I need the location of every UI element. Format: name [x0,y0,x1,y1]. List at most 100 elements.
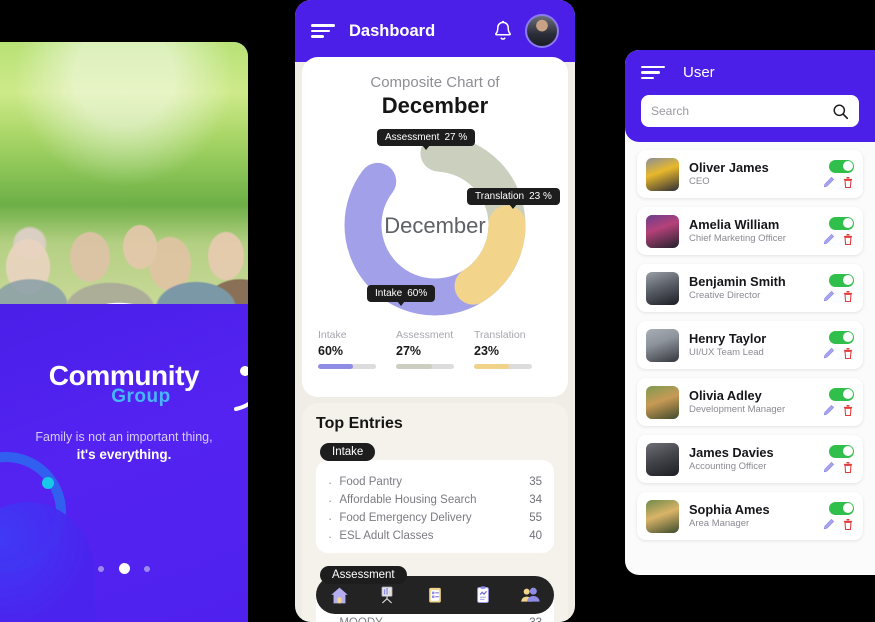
status-toggle[interactable] [829,444,854,458]
avatar [646,328,679,362]
user-name: Henry Taylor [689,330,767,346]
composite-chart-card: Composite Chart of December December Ass [302,57,568,397]
page-title: Dashboard [349,21,436,40]
user-name: Oliver James [689,159,769,175]
pencil-icon[interactable] [823,290,835,302]
bullet-icon: · [328,510,333,526]
group-chip-assessment: Assessment [320,566,407,584]
carousel-dot-2-active[interactable] [118,563,130,575]
user-list: Oliver James CEO Amelia William Chief Ma… [625,142,875,540]
home-icon[interactable] [329,584,351,606]
legend-label: Intake [318,329,347,341]
hamburger-icon[interactable] [641,65,665,80]
user-name: James Davies [689,444,774,460]
status-toggle[interactable] [829,387,854,401]
status-toggle[interactable] [829,330,854,344]
pencil-icon[interactable] [823,404,835,416]
user-role: Accounting Officer [689,461,767,473]
clipboard-report-icon[interactable] [472,584,494,606]
legend-item-intake: Intake 60% [318,329,396,369]
search-bar[interactable] [641,95,859,127]
legend-label: Assessment [396,329,454,341]
dashboard-header: Dashboard [295,0,575,62]
carousel-dot-1[interactable] [98,565,105,572]
bullet-icon: · [328,528,333,544]
easel-chart-icon[interactable] [376,584,398,606]
list-item[interactable]: Olivia Adley Development Manager [637,378,863,426]
entry-value: 40 [529,530,542,542]
user-role: CEO [689,176,710,188]
list-item[interactable]: · ESL Adult Classes 40 [328,527,542,545]
search-icon[interactable] [832,103,849,120]
legend-value: 23% [474,344,500,358]
avatar[interactable] [525,14,559,48]
trash-icon[interactable] [842,233,854,246]
carousel-dot-3[interactable] [143,565,150,572]
legend-progress [474,364,532,369]
status-toggle[interactable] [829,216,854,230]
list-item[interactable]: Amelia William Chief Marketing Officer [637,207,863,255]
top-entries-heading: Top Entries [316,415,403,432]
pencil-icon[interactable] [823,347,835,359]
trash-icon[interactable] [842,347,854,360]
people-icon[interactable] [519,584,541,606]
tooltip-translation: Translation 23 % [467,188,560,209]
screenshot-stage: Community Group Family is not an importa… [0,0,875,622]
list-item[interactable]: · Food Pantry 35 [328,473,542,491]
legend-label: Translation [474,329,526,341]
trash-icon[interactable] [842,404,854,417]
trash-icon[interactable] [842,176,854,189]
user-name: Benjamin Smith [689,273,786,289]
list-item[interactable]: · Affordable Housing Search 34 [328,491,542,509]
entry-label: Food Pantry [339,476,402,488]
user-role: Chief Marketing Officer [689,233,786,245]
legend-progress [396,364,454,369]
user-role: Development Manager [689,404,786,416]
trash-icon[interactable] [842,290,854,303]
entry-label: ESL Adult Classes [339,530,434,542]
chart-title: December [381,93,489,118]
clipboard-list-icon[interactable] [424,584,446,606]
dashboard-panel: Dashboard Composite Chart of December De… [295,0,575,622]
list-item[interactable]: Benjamin Smith Creative Director [637,264,863,312]
carousel-dots[interactable] [0,560,248,578]
swoosh-icon [234,366,248,411]
pencil-icon[interactable] [823,518,835,530]
user-panel-title: User [683,64,715,81]
list-item[interactable]: Oliver James CEO [637,150,863,198]
entries-group-intake: · Food Pantry 35 · Affordable Housing Se… [316,460,554,553]
bullet-icon: · [328,617,332,622]
bullet-icon: · [328,474,333,490]
pencil-icon[interactable] [823,461,835,473]
tagline-line-2: it's everything. [76,447,172,462]
status-toggle[interactable] [829,501,854,515]
search-input[interactable] [651,104,832,118]
avatar [646,271,679,305]
brand-logo: Community Group [0,360,248,411]
list-item[interactable]: Sophia Ames Area Manager [637,492,863,540]
status-toggle[interactable] [829,273,854,287]
pencil-icon[interactable] [823,233,835,245]
hamburger-icon[interactable] [311,24,335,38]
trash-icon[interactable] [842,461,854,474]
legend-item-translation: Translation 23% [474,329,552,369]
list-item[interactable]: James Davies Accounting Officer [637,435,863,483]
entry-value: 35 [529,476,542,488]
tagline-line-1: Family is not an important thing, [35,430,213,444]
bullet-icon: · [328,492,333,508]
entry-value: 33 [529,617,542,622]
avatar [646,442,679,476]
status-toggle[interactable] [829,159,854,173]
brand-name-primary: Community [48,360,200,391]
tagline: Family is not an important thing, it's e… [0,430,248,462]
user-role: UI/UX Team Lead [689,347,764,359]
pencil-icon[interactable] [823,176,835,188]
list-item[interactable]: Henry Taylor UI/UX Team Lead [637,321,863,369]
list-item[interactable]: · Food Emergency Delivery 55 [328,509,542,527]
tooltip-assessment: Assessment 27 % [377,129,476,150]
notification-bell-icon[interactable] [493,20,513,42]
trash-icon[interactable] [842,518,854,531]
list-item[interactable]: · MOODY 33 [328,614,542,622]
legend-item-assessment: Assessment 27% [396,329,474,369]
donut-chart: December Assessment 27 % Translation 23 % … [302,125,568,325]
